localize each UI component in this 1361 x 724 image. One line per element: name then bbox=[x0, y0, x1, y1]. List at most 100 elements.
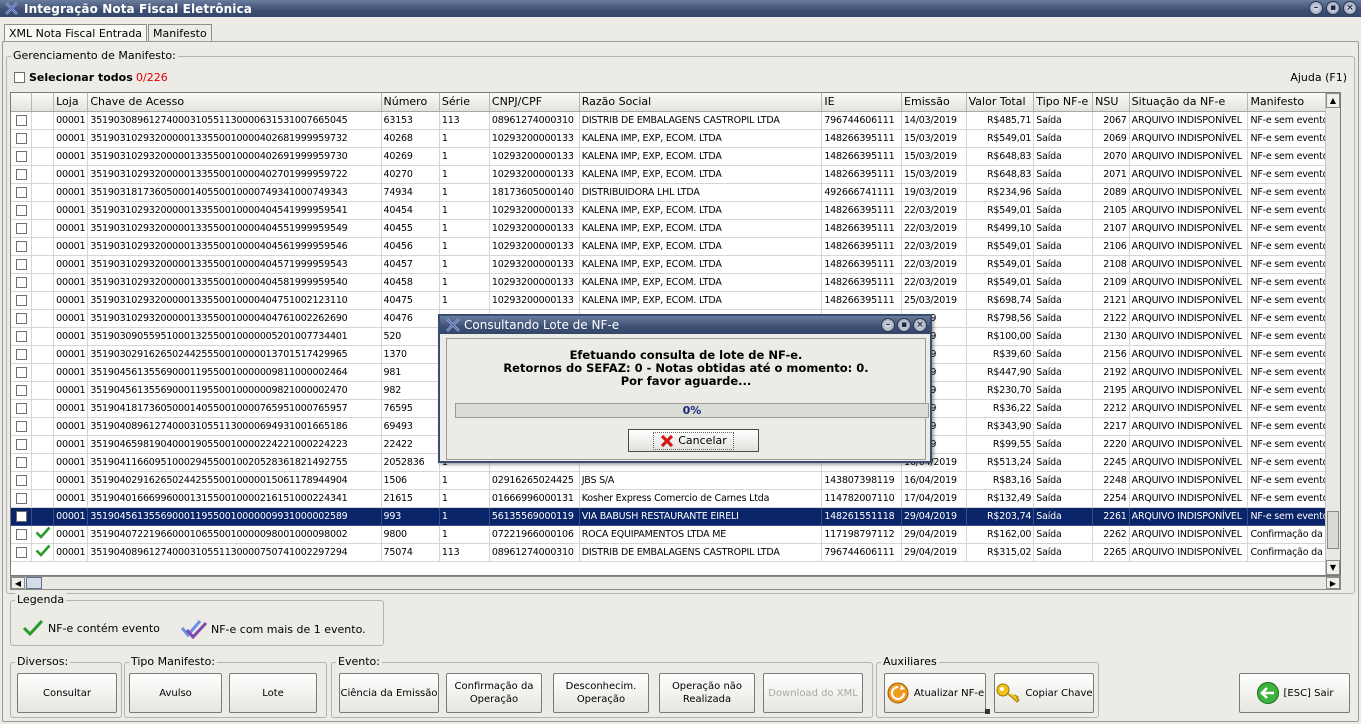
select-all-checkbox[interactable]: Selecionar todos bbox=[14, 71, 133, 84]
row-checkbox[interactable] bbox=[15, 222, 27, 234]
row-checkbox[interactable] bbox=[15, 456, 27, 468]
horizontal-scrollbar[interactable]: ◀ ▶ bbox=[10, 576, 1341, 590]
table-row[interactable]: 00001 35190407221966000106550010000098001… bbox=[11, 525, 1340, 544]
row-checkbox[interactable] bbox=[15, 528, 27, 540]
row-checkbox[interactable] bbox=[15, 492, 27, 504]
scroll-thumb[interactable] bbox=[1327, 511, 1339, 549]
row-checkbox-cell[interactable] bbox=[11, 453, 33, 472]
row-checkbox-cell[interactable] bbox=[11, 273, 33, 292]
row-checkbox[interactable] bbox=[15, 348, 27, 360]
row-checkbox-cell[interactable] bbox=[11, 129, 33, 148]
column-header[interactable]: Série bbox=[439, 93, 490, 112]
row-checkbox-cell[interactable] bbox=[11, 255, 33, 274]
scroll-left-icon[interactable]: ◀ bbox=[11, 577, 25, 589]
scroll-down-icon[interactable]: ▼ bbox=[1326, 560, 1340, 575]
row-checkbox-cell[interactable] bbox=[11, 435, 33, 454]
scroll-right-icon[interactable]: ▶ bbox=[1326, 577, 1340, 589]
column-header[interactable]: Situação da NF-e bbox=[1129, 93, 1249, 112]
desconhecimento-operacao-button[interactable]: Desconhecim. Operação bbox=[553, 673, 649, 713]
column-header[interactable]: NSU bbox=[1092, 93, 1130, 112]
row-checkbox[interactable] bbox=[15, 150, 27, 162]
vertical-scrollbar[interactable]: ▲ ▼ bbox=[1325, 93, 1340, 575]
row-checkbox[interactable] bbox=[15, 240, 27, 252]
dialog-maximize-icon[interactable]: ▪ bbox=[897, 318, 911, 332]
column-header[interactable]: Razão Social bbox=[579, 93, 823, 112]
row-checkbox-cell[interactable] bbox=[11, 345, 33, 364]
row-checkbox[interactable] bbox=[15, 474, 27, 486]
cancel-button[interactable]: Cancelar bbox=[628, 429, 759, 452]
row-checkbox[interactable] bbox=[15, 510, 27, 522]
copiar-chave-button[interactable]: Copiar Chave bbox=[994, 673, 1094, 713]
row-checkbox[interactable] bbox=[15, 276, 27, 288]
table-row[interactable]: 00001 35190318173605000140550010000749341… bbox=[11, 183, 1340, 202]
row-checkbox-cell[interactable] bbox=[11, 489, 33, 508]
atualizar-nfe-button[interactable]: Atualizar NF-e bbox=[884, 673, 986, 713]
column-header[interactable]: Emissão bbox=[901, 93, 967, 112]
row-checkbox[interactable] bbox=[15, 330, 27, 342]
ciencia-emissao-button[interactable]: Ciência da Emissão bbox=[339, 673, 439, 713]
row-checkbox[interactable] bbox=[15, 114, 27, 126]
table-row[interactable]: 00001 35190310293200000133550010000404551… bbox=[11, 219, 1340, 238]
table-row[interactable]: 00001 35190310293200000133550010000404561… bbox=[11, 237, 1340, 256]
help-link[interactable]: Ajuda (F1) bbox=[1290, 71, 1347, 84]
column-header[interactable] bbox=[11, 93, 33, 112]
tab-xml-nota-fiscal-entrada[interactable]: XML Nota Fiscal Entrada bbox=[4, 24, 148, 42]
table-row[interactable]: 00001 35190401666996000131550010000216151… bbox=[11, 489, 1340, 508]
row-checkbox[interactable] bbox=[15, 258, 27, 270]
row-checkbox[interactable] bbox=[15, 384, 27, 396]
column-header[interactable]: IE bbox=[821, 93, 903, 112]
confirmacao-operacao-button[interactable]: Confirmação da Operação bbox=[446, 673, 542, 713]
column-header[interactable]: Número bbox=[381, 93, 440, 112]
table-row[interactable]: 00001 35190408961274000310551130000750741… bbox=[11, 543, 1340, 562]
row-checkbox-cell[interactable] bbox=[11, 291, 33, 310]
row-checkbox-cell[interactable] bbox=[11, 363, 33, 382]
row-checkbox[interactable] bbox=[15, 420, 27, 432]
row-checkbox[interactable] bbox=[15, 186, 27, 198]
column-header[interactable]: Valor Total bbox=[966, 93, 1035, 112]
row-checkbox[interactable] bbox=[15, 438, 27, 450]
row-checkbox[interactable] bbox=[15, 402, 27, 414]
row-checkbox-cell[interactable] bbox=[11, 525, 33, 544]
row-checkbox[interactable] bbox=[15, 312, 27, 324]
row-checkbox-cell[interactable] bbox=[11, 381, 33, 400]
row-checkbox-cell[interactable] bbox=[11, 543, 33, 562]
row-checkbox-cell[interactable] bbox=[11, 507, 33, 526]
row-checkbox[interactable] bbox=[15, 366, 27, 378]
close-icon[interactable]: × bbox=[1343, 1, 1357, 15]
row-checkbox[interactable] bbox=[15, 168, 27, 180]
lote-button[interactable]: Lote bbox=[229, 673, 317, 713]
column-header[interactable]: CNPJ/CPF bbox=[489, 93, 580, 112]
column-header[interactable]: Tipo NF-e bbox=[1033, 93, 1094, 112]
table-row[interactable]: 00001 35190310293200000133550010000404581… bbox=[11, 273, 1340, 292]
row-checkbox-cell[interactable] bbox=[11, 237, 33, 256]
row-checkbox-cell[interactable] bbox=[11, 399, 33, 418]
avulso-button[interactable]: Avulso bbox=[129, 673, 222, 713]
table-row[interactable]: 00001 35190402916265024425550010000015061… bbox=[11, 471, 1340, 490]
scroll-up-icon[interactable]: ▲ bbox=[1326, 93, 1340, 108]
download-xml-button[interactable]: Download do XML bbox=[763, 673, 863, 713]
row-checkbox[interactable] bbox=[15, 204, 27, 216]
hscroll-thumb[interactable] bbox=[26, 577, 42, 589]
row-checkbox-cell[interactable] bbox=[11, 111, 33, 130]
column-header[interactable] bbox=[31, 93, 55, 112]
row-checkbox-cell[interactable] bbox=[11, 327, 33, 346]
table-row[interactable]: 00001 35190310293200000133550010000404541… bbox=[11, 201, 1340, 220]
row-checkbox[interactable] bbox=[15, 132, 27, 144]
minimize-icon[interactable]: – bbox=[1309, 1, 1323, 15]
maximize-icon[interactable]: ▪ bbox=[1326, 1, 1340, 15]
table-row[interactable]: 00001 35190310293200000133550010000402691… bbox=[11, 147, 1340, 166]
row-checkbox-cell[interactable] bbox=[11, 471, 33, 490]
table-row[interactable]: 00001 35190310293200000133550010000402681… bbox=[11, 129, 1340, 148]
dialog-minimize-icon[interactable]: – bbox=[881, 318, 895, 332]
table-row[interactable]: 00001 35190308961274000310551130000631531… bbox=[11, 111, 1340, 130]
tab-manifesto[interactable]: Manifesto bbox=[148, 24, 212, 42]
dialog-close-icon[interactable]: × bbox=[913, 318, 927, 332]
row-checkbox-cell[interactable] bbox=[11, 165, 33, 184]
select-all-box[interactable] bbox=[14, 72, 25, 83]
row-checkbox[interactable] bbox=[15, 546, 27, 558]
row-checkbox-cell[interactable] bbox=[11, 183, 33, 202]
table-row[interactable]: 00001 35190310293200000133550010000404571… bbox=[11, 255, 1340, 274]
row-checkbox-cell[interactable] bbox=[11, 219, 33, 238]
column-header[interactable]: Loja bbox=[53, 93, 89, 112]
table-row[interactable]: 00001 35190310293200000133550010000404751… bbox=[11, 291, 1340, 310]
